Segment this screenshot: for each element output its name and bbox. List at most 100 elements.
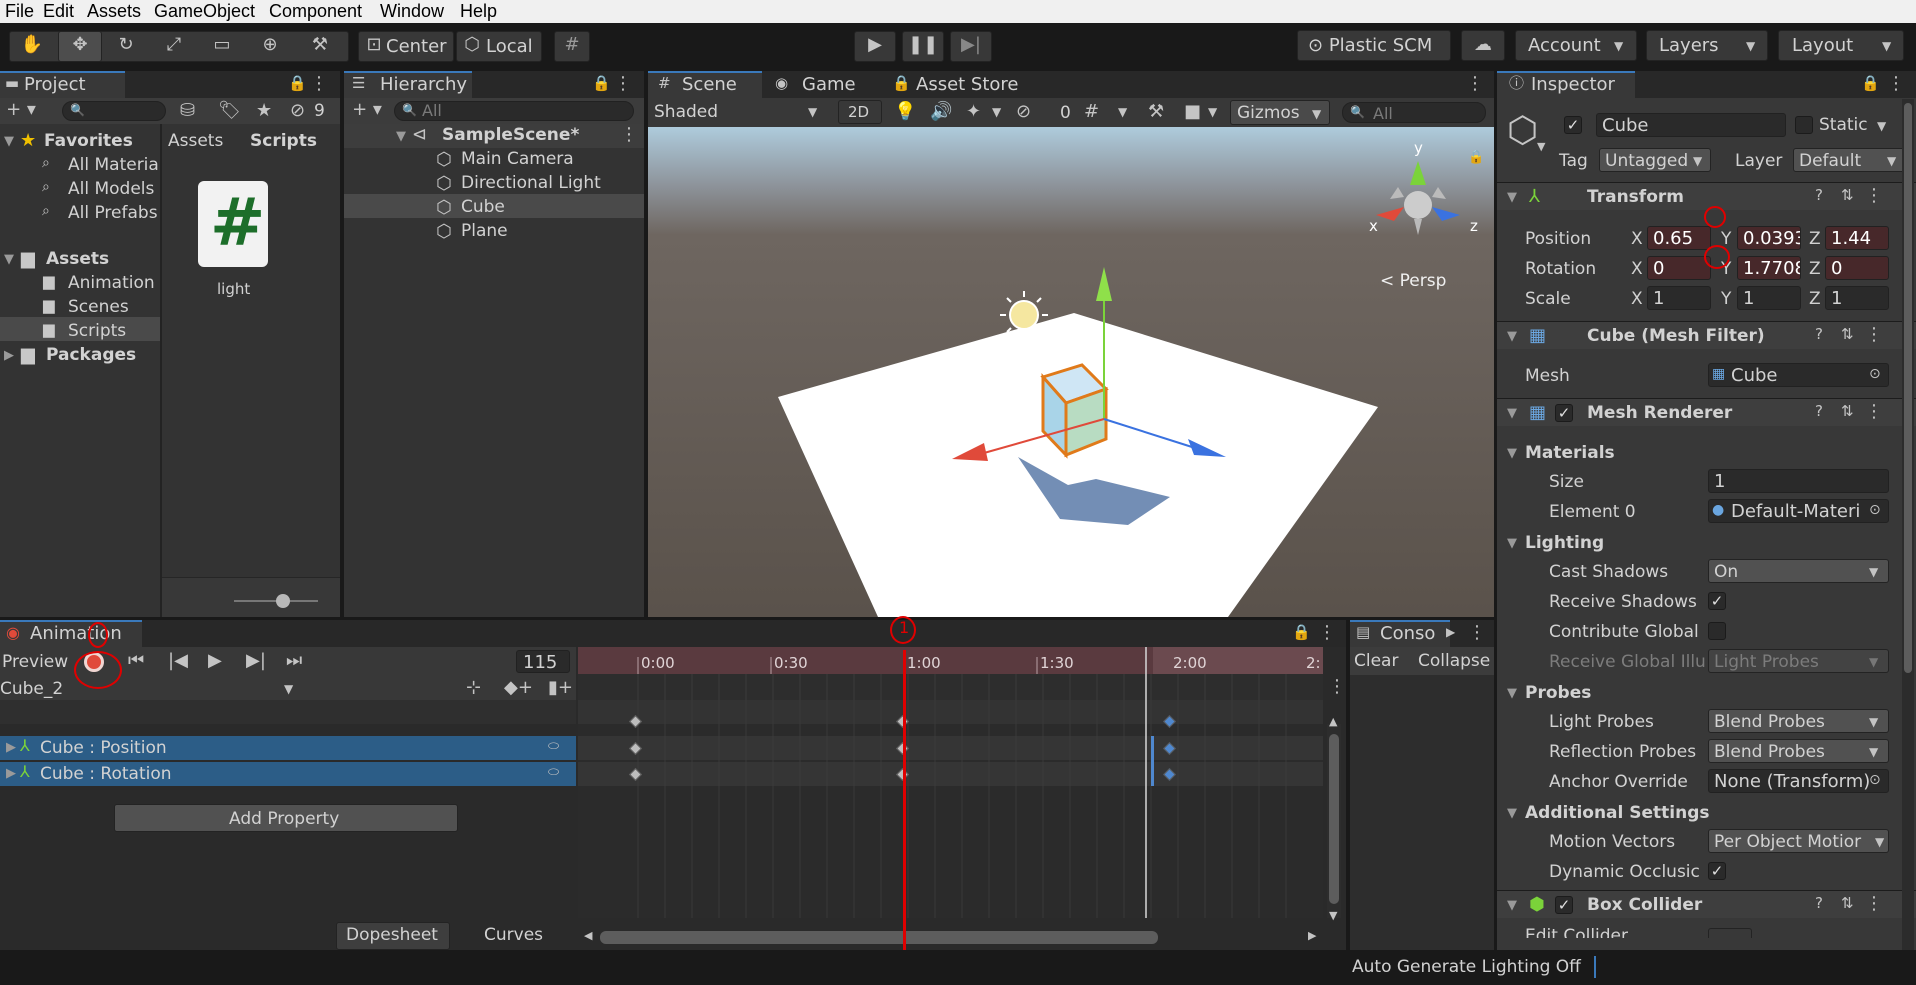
property-fold-icon[interactable]: ▶	[6, 767, 16, 780]
console-collapse-button[interactable]: Collapse	[1418, 653, 1490, 670]
menu-help[interactable]: Help	[460, 2, 497, 20]
timeline-kebab-icon[interactable]: ⋮	[1328, 678, 1346, 696]
help-icon[interactable]: ?	[1815, 896, 1823, 911]
chevron-down-icon[interactable]: ▼	[1877, 120, 1886, 132]
custom-tool-icon[interactable]: ⚒	[306, 36, 334, 54]
rect-tool-icon[interactable]: ▭	[208, 36, 236, 54]
scroll-left-icon[interactable]: ◀	[584, 930, 592, 941]
assets-label[interactable]: Assets	[46, 251, 109, 268]
fav-all-prefabs[interactable]: All Prefabs	[68, 205, 158, 222]
component-kebab-icon[interactable]: ⋮	[1865, 187, 1883, 205]
shading-mode[interactable]: Shaded	[654, 104, 718, 121]
chevron-right-icon[interactable]: ▶	[1446, 626, 1455, 638]
menu-file[interactable]: File	[5, 2, 34, 20]
rotation-z-label[interactable]: Z	[1809, 261, 1821, 278]
star-icon[interactable]: ★	[256, 102, 272, 120]
filter-selection-icon[interactable]: ⊹	[466, 679, 481, 697]
label-tag-icon[interactable]: 🏷	[218, 102, 241, 120]
mesh-renderer-fold-icon[interactable]: ▼	[1507, 407, 1517, 420]
rotation-z-field[interactable]: 0	[1825, 256, 1889, 280]
lock-icon[interactable]: 🔒	[1292, 625, 1311, 640]
transform-tool-icon[interactable]: ⊕	[256, 36, 284, 54]
preset-sliders-icon[interactable]: ⇅	[1841, 404, 1854, 419]
element0-field[interactable]: Default-Materi	[1708, 499, 1889, 523]
scale-x-field[interactable]: 1	[1647, 286, 1711, 310]
kebab-menu-icon[interactable]: ⋮	[310, 75, 328, 93]
scale-tool-icon[interactable]: ⤢	[160, 36, 188, 54]
preview-button[interactable]: Preview	[2, 654, 68, 671]
rotate-tool-icon[interactable]: ↻	[112, 36, 140, 54]
breadcrumb-root[interactable]: Assets	[168, 133, 223, 150]
fav-all-models[interactable]: All Models	[68, 181, 154, 198]
kebab-menu-icon[interactable]: ⋮	[1887, 75, 1905, 93]
clip-dropdown[interactable]: Cube_2	[0, 681, 63, 698]
kebab-menu-icon[interactable]: ⋮	[1466, 75, 1484, 93]
lock-icon[interactable]: 🔒	[288, 76, 307, 91]
rotation-y-field[interactable]: 1.7708	[1737, 256, 1801, 280]
packages-label[interactable]: Packages	[46, 347, 136, 364]
edit-collider-button[interactable]	[1708, 928, 1752, 938]
menu-edit[interactable]: Edit	[43, 2, 74, 20]
gizmo-lock-icon[interactable]: 🔒	[1468, 151, 1484, 164]
anchor-override-field[interactable]: None (Transform)	[1708, 769, 1889, 793]
materials-fold-icon[interactable]: ▼	[1507, 447, 1517, 460]
scroll-down-icon[interactable]: ▼	[1329, 910, 1337, 921]
audio-icon[interactable]: 🔊	[930, 103, 952, 121]
next-key-icon[interactable]: ▶|	[246, 652, 266, 670]
help-icon[interactable]: ?	[1815, 404, 1823, 419]
folder-scenes[interactable]: Scenes	[68, 299, 129, 316]
receive-shadows-checkbox[interactable]: ✓	[1708, 592, 1726, 610]
add-keyframe-icon[interactable]: ◆+	[504, 679, 533, 697]
additional-settings-fold-icon[interactable]: ▼	[1507, 807, 1517, 820]
fav-all-materials[interactable]: All Materia	[68, 157, 159, 174]
menu-component[interactable]: Component	[269, 2, 362, 20]
dynamic-occlusion-checkbox[interactable]: ✓	[1708, 862, 1726, 880]
scene-viewport[interactable]	[648, 127, 1494, 617]
effects-icon[interactable]: ✦	[966, 103, 981, 121]
file-name-label[interactable]: light	[217, 282, 250, 297]
preset-sliders-icon[interactable]: ⇅	[1841, 327, 1854, 342]
position-y-field[interactable]: 0.0393	[1737, 226, 1801, 250]
scale-x-label[interactable]: X	[1631, 291, 1643, 308]
inspector-scroll-thumb[interactable]	[1904, 103, 1912, 673]
scroll-up-icon[interactable]: ▲	[1329, 716, 1337, 727]
position-x-field[interactable]: 0.65	[1647, 226, 1711, 250]
rotation-x-field[interactable]: 0	[1647, 256, 1711, 280]
hierarchy-directional-light[interactable]: Directional Light	[461, 175, 601, 192]
mesh-field[interactable]: Cube	[1708, 363, 1889, 387]
scale-y-label[interactable]: Y	[1721, 291, 1731, 308]
lighting-bulb-icon[interactable]: 💡	[894, 103, 916, 121]
hierarchy-cube[interactable]: Cube	[461, 199, 505, 216]
asset-store-tab-label[interactable]: Asset Store	[916, 76, 1019, 94]
scale-z-label[interactable]: Z	[1809, 291, 1821, 308]
hierarchy-plane[interactable]: Plane	[461, 223, 508, 240]
box-collider-fold-icon[interactable]: ▼	[1507, 899, 1517, 912]
property-toggle-icon[interactable]: ⬭	[548, 740, 559, 753]
kebab-menu-icon[interactable]: ⋮	[614, 75, 632, 93]
component-kebab-icon[interactable]: ⋮	[1865, 895, 1883, 913]
console-clear-button[interactable]: Clear	[1354, 653, 1398, 670]
camera-icon[interactable]: ■	[1184, 103, 1201, 121]
transform-fold-icon[interactable]: ▼	[1507, 191, 1517, 204]
sun-icon[interactable]	[1009, 300, 1039, 330]
persp-label[interactable]: < Persp	[1380, 273, 1446, 290]
timeline-vscroll-thumb[interactable]	[1329, 734, 1339, 904]
kebab-menu-icon[interactable]: ⋮	[1318, 624, 1336, 642]
tools-icon[interactable]: ⚒	[1148, 103, 1164, 121]
scroll-right-icon[interactable]: ▶	[1308, 930, 1316, 941]
lock-icon[interactable]: 🔒	[592, 76, 611, 91]
store-bag-icon[interactable]: 🔒	[892, 76, 911, 91]
mesh-filter-fold-icon[interactable]: ▼	[1507, 330, 1517, 343]
frame-field[interactable]: 115	[516, 650, 570, 673]
timeline-hscroll-thumb[interactable]	[600, 931, 1158, 944]
gameobject-cube-icon[interactable]: ⬡	[1507, 113, 1538, 149]
create-plus-icon[interactable]: + ▾	[350, 101, 384, 119]
filter-type-icon[interactable]: ⛁	[180, 102, 195, 120]
curves-label[interactable]: Curves	[484, 927, 543, 944]
component-kebab-icon[interactable]: ⋮	[1865, 403, 1883, 421]
object-picker-icon[interactable]: ⊙	[1869, 773, 1881, 787]
breadcrumb-current[interactable]: Scripts	[250, 133, 317, 150]
folder-scripts[interactable]: Scripts	[68, 323, 126, 340]
preset-sliders-icon[interactable]: ⇅	[1841, 188, 1854, 203]
help-icon[interactable]: ?	[1815, 327, 1823, 342]
